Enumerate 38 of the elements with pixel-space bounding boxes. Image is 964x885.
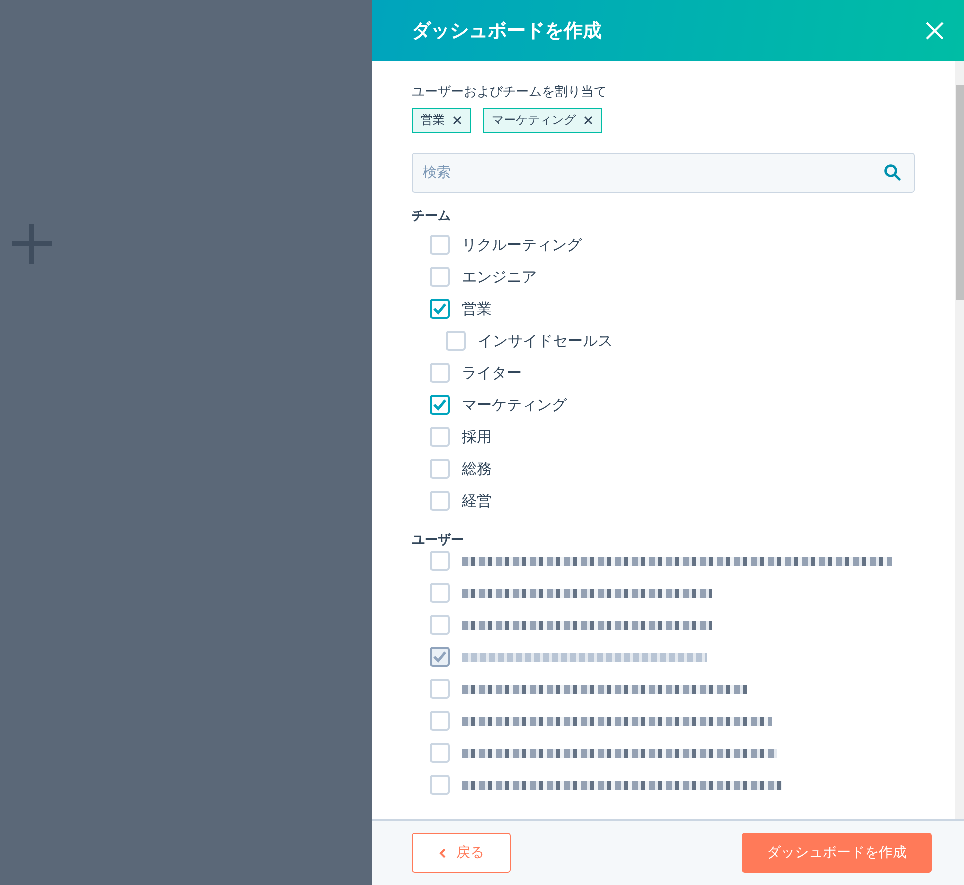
checkbox[interactable] [430, 395, 450, 415]
assign-label: ユーザーおよびチームを割り当て [412, 84, 608, 101]
checkbox[interactable] [430, 299, 450, 319]
chevron-left-icon [438, 848, 446, 858]
checkbox[interactable] [430, 743, 450, 763]
section-heading: ユーザー [412, 532, 465, 545]
remove-icon[interactable] [453, 116, 462, 125]
checkbox[interactable] [430, 267, 450, 287]
checkbox[interactable] [430, 775, 450, 795]
team-label[interactable]: 総務 [462, 460, 492, 478]
search-icon [884, 164, 901, 181]
remove-icon[interactable] [584, 116, 593, 125]
team-label[interactable]: マーケティング [462, 396, 567, 414]
checkbox[interactable] [430, 711, 450, 731]
team-label[interactable]: 経営 [462, 492, 492, 510]
team-label[interactable]: インサイドセールス [478, 332, 613, 350]
checkbox[interactable] [430, 363, 450, 383]
tag-label: マーケティング [492, 112, 576, 129]
checkbox[interactable] [430, 459, 450, 479]
checkbox[interactable] [430, 235, 450, 255]
section-heading: チーム [412, 208, 452, 226]
checkbox[interactable] [430, 583, 450, 603]
team-label[interactable]: 営業 [462, 300, 492, 318]
checkbox[interactable] [446, 331, 466, 351]
plus-icon [10, 222, 54, 266]
team-label[interactable]: 採用 [462, 428, 492, 446]
team-label[interactable]: リクルーティング [462, 236, 582, 254]
search-field[interactable]: 検索 [412, 153, 915, 193]
scrollbar[interactable] [955, 61, 964, 819]
checkbox[interactable] [430, 679, 450, 699]
checkbox[interactable] [430, 615, 450, 635]
team-label[interactable]: ライター [462, 364, 522, 382]
dialog-title: ダッシュボードを作成 [412, 18, 602, 44]
team-label[interactable]: エンジニア [462, 268, 537, 286]
checkbox[interactable] [430, 491, 450, 511]
tag-label: 営業 [421, 112, 445, 129]
checkbox[interactable] [430, 551, 450, 571]
checkbox[interactable] [430, 427, 450, 447]
